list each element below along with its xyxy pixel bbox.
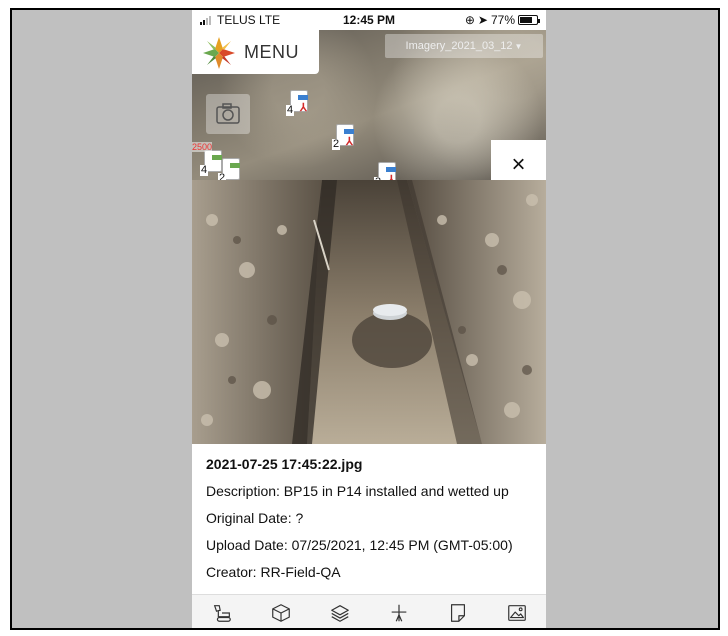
- marker-number: 2: [332, 138, 341, 150]
- phone-screen: TELUS LTE 12:45 PM ⊕ ➤ 77% MENU Imagery_…: [192, 10, 546, 628]
- images-button[interactable]: [502, 598, 532, 628]
- location-arrow-icon: ➤: [477, 13, 488, 27]
- imagery-select-value: Imagery_2021_03_12: [405, 40, 513, 52]
- marker-number: 4: [200, 164, 209, 176]
- trench-photo: [192, 180, 546, 444]
- map-view[interactable]: MENU Imagery_2021_03_12 ▼ ⅄ 4 ⅄ 2 4 2 ⅄ …: [192, 30, 546, 180]
- location-lock-icon: ⊕: [464, 13, 475, 27]
- app-logo-icon: [203, 37, 235, 69]
- image-icon: [507, 604, 526, 621]
- original-date-text: Original Date: ?: [206, 510, 304, 526]
- layers-button[interactable]: [325, 598, 355, 628]
- signal-icon: [200, 15, 214, 25]
- camera-button[interactable]: [206, 94, 250, 134]
- pdf-marker[interactable]: ⅄ 3: [374, 162, 400, 180]
- image-marker[interactable]: 2: [218, 158, 244, 180]
- upload-date-text: Upload Date: 07/25/2021, 12:45 PM (GMT-0…: [206, 537, 513, 553]
- creator-text: Creator: RR-Field-QA: [206, 564, 341, 580]
- 3d-view-button[interactable]: [266, 598, 296, 628]
- pdf-marker[interactable]: ⅄ 4: [286, 90, 312, 116]
- pdf-marker[interactable]: ⅄ 2: [332, 124, 358, 150]
- photo-details-panel: 2021-07-25 17:45:22.jpg Description: BP1…: [192, 444, 546, 594]
- excavator-icon: [213, 604, 231, 622]
- map-scale-label: 2500: [192, 142, 213, 152]
- file-name: 2021-07-25 17:45:22.jpg: [206, 456, 363, 472]
- measure-button[interactable]: [384, 598, 414, 628]
- carrier-label: TELUS LTE: [217, 13, 281, 27]
- caret-down-icon: ▼: [514, 41, 523, 51]
- excavator-tool-button[interactable]: [207, 598, 237, 628]
- menu-label: MENU: [244, 42, 299, 62]
- battery-percent: 77%: [490, 13, 515, 27]
- screenshot-frame: TELUS LTE 12:45 PM ⊕ ➤ 77% MENU Imagery_…: [10, 8, 720, 630]
- menu-button[interactable]: MENU: [192, 30, 319, 74]
- documents-button[interactable]: [443, 598, 473, 628]
- document-icon: [450, 603, 465, 622]
- battery-level: [520, 17, 533, 23]
- battery-icon: [518, 15, 540, 25]
- marker-number: 2: [218, 173, 227, 180]
- close-button[interactable]: ×: [491, 140, 546, 180]
- imagery-select[interactable]: Imagery_2021_03_12 ▼: [385, 34, 543, 58]
- status-bar: TELUS LTE 12:45 PM ⊕ ➤ 77%: [192, 10, 546, 30]
- layers-icon: [330, 604, 349, 622]
- cube-icon: [271, 603, 290, 622]
- crosshair-icon: [391, 604, 406, 621]
- status-right: ⊕ ➤ 77%: [464, 13, 540, 27]
- description-text: Description: BP15 in P14 installed and w…: [206, 483, 509, 499]
- close-icon: ×: [511, 151, 526, 178]
- bottom-toolbar: [192, 594, 546, 628]
- camera-icon: [216, 103, 240, 124]
- marker-number: 4: [286, 104, 295, 116]
